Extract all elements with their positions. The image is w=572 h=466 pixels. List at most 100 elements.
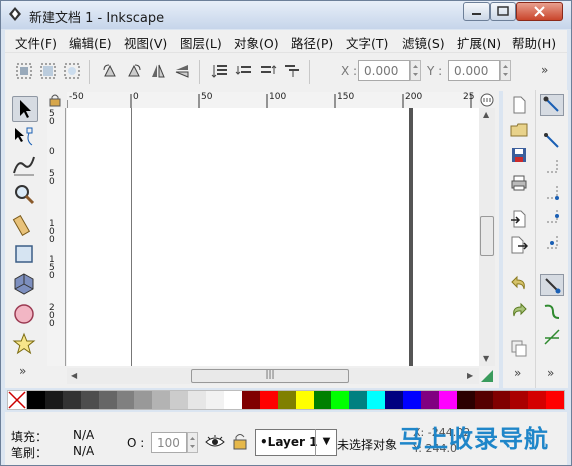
- 3d-box-tool[interactable]: [12, 272, 36, 296]
- layer-visibility-eye-icon[interactable]: [205, 434, 225, 450]
- x-spinner[interactable]: [410, 60, 421, 81]
- color-swatch[interactable]: [438, 391, 457, 409]
- star-tool[interactable]: [12, 332, 36, 356]
- color-swatch[interactable]: [510, 391, 529, 409]
- color-swatch[interactable]: [27, 391, 45, 409]
- color-swatch[interactable]: [546, 391, 565, 409]
- node-tool[interactable]: [12, 125, 36, 149]
- snap-bbox-corner-icon[interactable]: [543, 184, 561, 202]
- color-swatch[interactable]: [456, 391, 475, 409]
- guide-lock-icon[interactable]: [49, 93, 61, 107]
- tweak-tool[interactable]: [12, 153, 36, 177]
- lower-icon[interactable]: [235, 62, 253, 80]
- maximize-button[interactable]: [490, 2, 516, 21]
- menu-path[interactable]: 路径(P): [291, 33, 333, 52]
- color-swatch[interactable]: [62, 391, 81, 409]
- snap-intersection-icon[interactable]: [543, 328, 561, 346]
- scroll-up-arrow[interactable]: ▲: [483, 110, 489, 119]
- color-swatch[interactable]: [241, 391, 260, 409]
- color-swatch[interactable]: [331, 391, 350, 409]
- color-swatch[interactable]: [349, 391, 368, 409]
- menu-filters[interactable]: 滤镜(S): [402, 33, 445, 52]
- menu-help[interactable]: 帮助(H): [512, 33, 556, 52]
- selector-tool[interactable]: [12, 96, 38, 122]
- color-swatch[interactable]: [44, 391, 63, 409]
- layer-lock-icon[interactable]: [233, 432, 247, 450]
- snap-more-button[interactable]: »: [547, 366, 554, 380]
- menu-extensions[interactable]: 扩展(N): [457, 33, 501, 52]
- color-swatch[interactable]: [492, 391, 511, 409]
- stroke-value[interactable]: N/A: [73, 444, 94, 458]
- scroll-down-arrow[interactable]: ▼: [483, 354, 489, 363]
- menu-layer[interactable]: 图层(L): [180, 33, 222, 52]
- select-all-icon[interactable]: [15, 62, 33, 80]
- save-icon[interactable]: [510, 146, 528, 164]
- commands-more-button[interactable]: »: [514, 366, 521, 380]
- toolbox-more-button[interactable]: »: [19, 364, 26, 378]
- new-document-icon[interactable]: [510, 96, 528, 114]
- rectangle-tool[interactable]: [12, 242, 36, 266]
- color-swatch[interactable]: [295, 391, 314, 409]
- opacity-input[interactable]: 100: [151, 432, 187, 453]
- scroll-right-arrow[interactable]: ▶: [467, 371, 473, 380]
- deselect-icon[interactable]: [63, 62, 81, 80]
- menu-object[interactable]: 对象(O): [234, 33, 279, 52]
- color-swatch[interactable]: [134, 391, 153, 409]
- vertical-scroll-thumb[interactable]: [480, 216, 494, 256]
- color-swatch[interactable]: [385, 391, 404, 409]
- snap-toggle-button[interactable]: [540, 94, 564, 116]
- color-swatch[interactable]: [277, 391, 296, 409]
- flip-horizontal-icon[interactable]: [149, 62, 167, 80]
- print-icon[interactable]: [510, 174, 528, 192]
- ellipse-tool[interactable]: [12, 302, 36, 326]
- menu-view[interactable]: 视图(V): [124, 33, 167, 52]
- y-input[interactable]: 0.000: [448, 60, 500, 81]
- select-all-layers-icon[interactable]: [39, 62, 57, 80]
- lower-to-bottom-icon[interactable]: [211, 62, 229, 80]
- toolbar-more-button[interactable]: »: [541, 63, 548, 77]
- color-swatch[interactable]: [528, 391, 547, 409]
- layer-dropdown-arrow[interactable]: ▼: [315, 429, 337, 456]
- color-swatch[interactable]: [223, 391, 242, 409]
- fill-value[interactable]: N/A: [73, 428, 94, 442]
- snap-bbox-edge-icon[interactable]: [543, 158, 561, 176]
- color-swatch[interactable]: [259, 391, 278, 409]
- close-button[interactable]: [516, 2, 563, 21]
- snap-center-icon[interactable]: [543, 234, 561, 252]
- open-folder-icon[interactable]: [510, 121, 528, 139]
- rotate-cw-icon[interactable]: [125, 62, 143, 80]
- color-swatch[interactable]: [313, 391, 332, 409]
- rotate-ccw-icon[interactable]: [101, 62, 119, 80]
- zoom-correction-icon[interactable]: [479, 92, 497, 108]
- undo-icon[interactable]: [510, 274, 528, 292]
- color-swatch[interactable]: [188, 391, 207, 409]
- color-management-icon[interactable]: [479, 368, 495, 384]
- color-swatch[interactable]: [474, 391, 493, 409]
- color-swatch[interactable]: [367, 391, 386, 409]
- raise-icon[interactable]: [259, 62, 277, 80]
- no-paint-swatch[interactable]: [8, 391, 27, 409]
- scroll-left-arrow[interactable]: ◀: [71, 371, 77, 380]
- snap-midpoint-icon[interactable]: [543, 208, 561, 226]
- color-swatch[interactable]: [403, 391, 421, 409]
- snap-nodes-button[interactable]: [540, 274, 564, 296]
- snap-path-icon[interactable]: [543, 302, 561, 320]
- raise-to-top-icon[interactable]: [283, 62, 301, 80]
- menu-edit[interactable]: 编辑(E): [69, 33, 112, 52]
- drawing-canvas[interactable]: [67, 108, 479, 366]
- color-swatch[interactable]: [80, 391, 99, 409]
- measure-tool[interactable]: [12, 212, 36, 236]
- horizontal-scroll-thumb[interactable]: |||: [191, 369, 349, 383]
- color-swatch[interactable]: [420, 391, 439, 409]
- x-input[interactable]: 0.000: [358, 60, 410, 81]
- menu-text[interactable]: 文字(T): [346, 33, 388, 52]
- menu-file[interactable]: 文件(F): [15, 33, 57, 52]
- vertical-scrollbar[interactable]: ▲ ▼: [479, 108, 495, 366]
- export-icon[interactable]: [510, 236, 528, 254]
- zoom-tool[interactable]: [12, 182, 36, 206]
- color-swatch[interactable]: [170, 391, 189, 409]
- color-swatch[interactable]: [206, 391, 224, 409]
- color-swatch[interactable]: [98, 391, 117, 409]
- minimize-button[interactable]: [463, 2, 490, 21]
- y-spinner[interactable]: [500, 60, 511, 81]
